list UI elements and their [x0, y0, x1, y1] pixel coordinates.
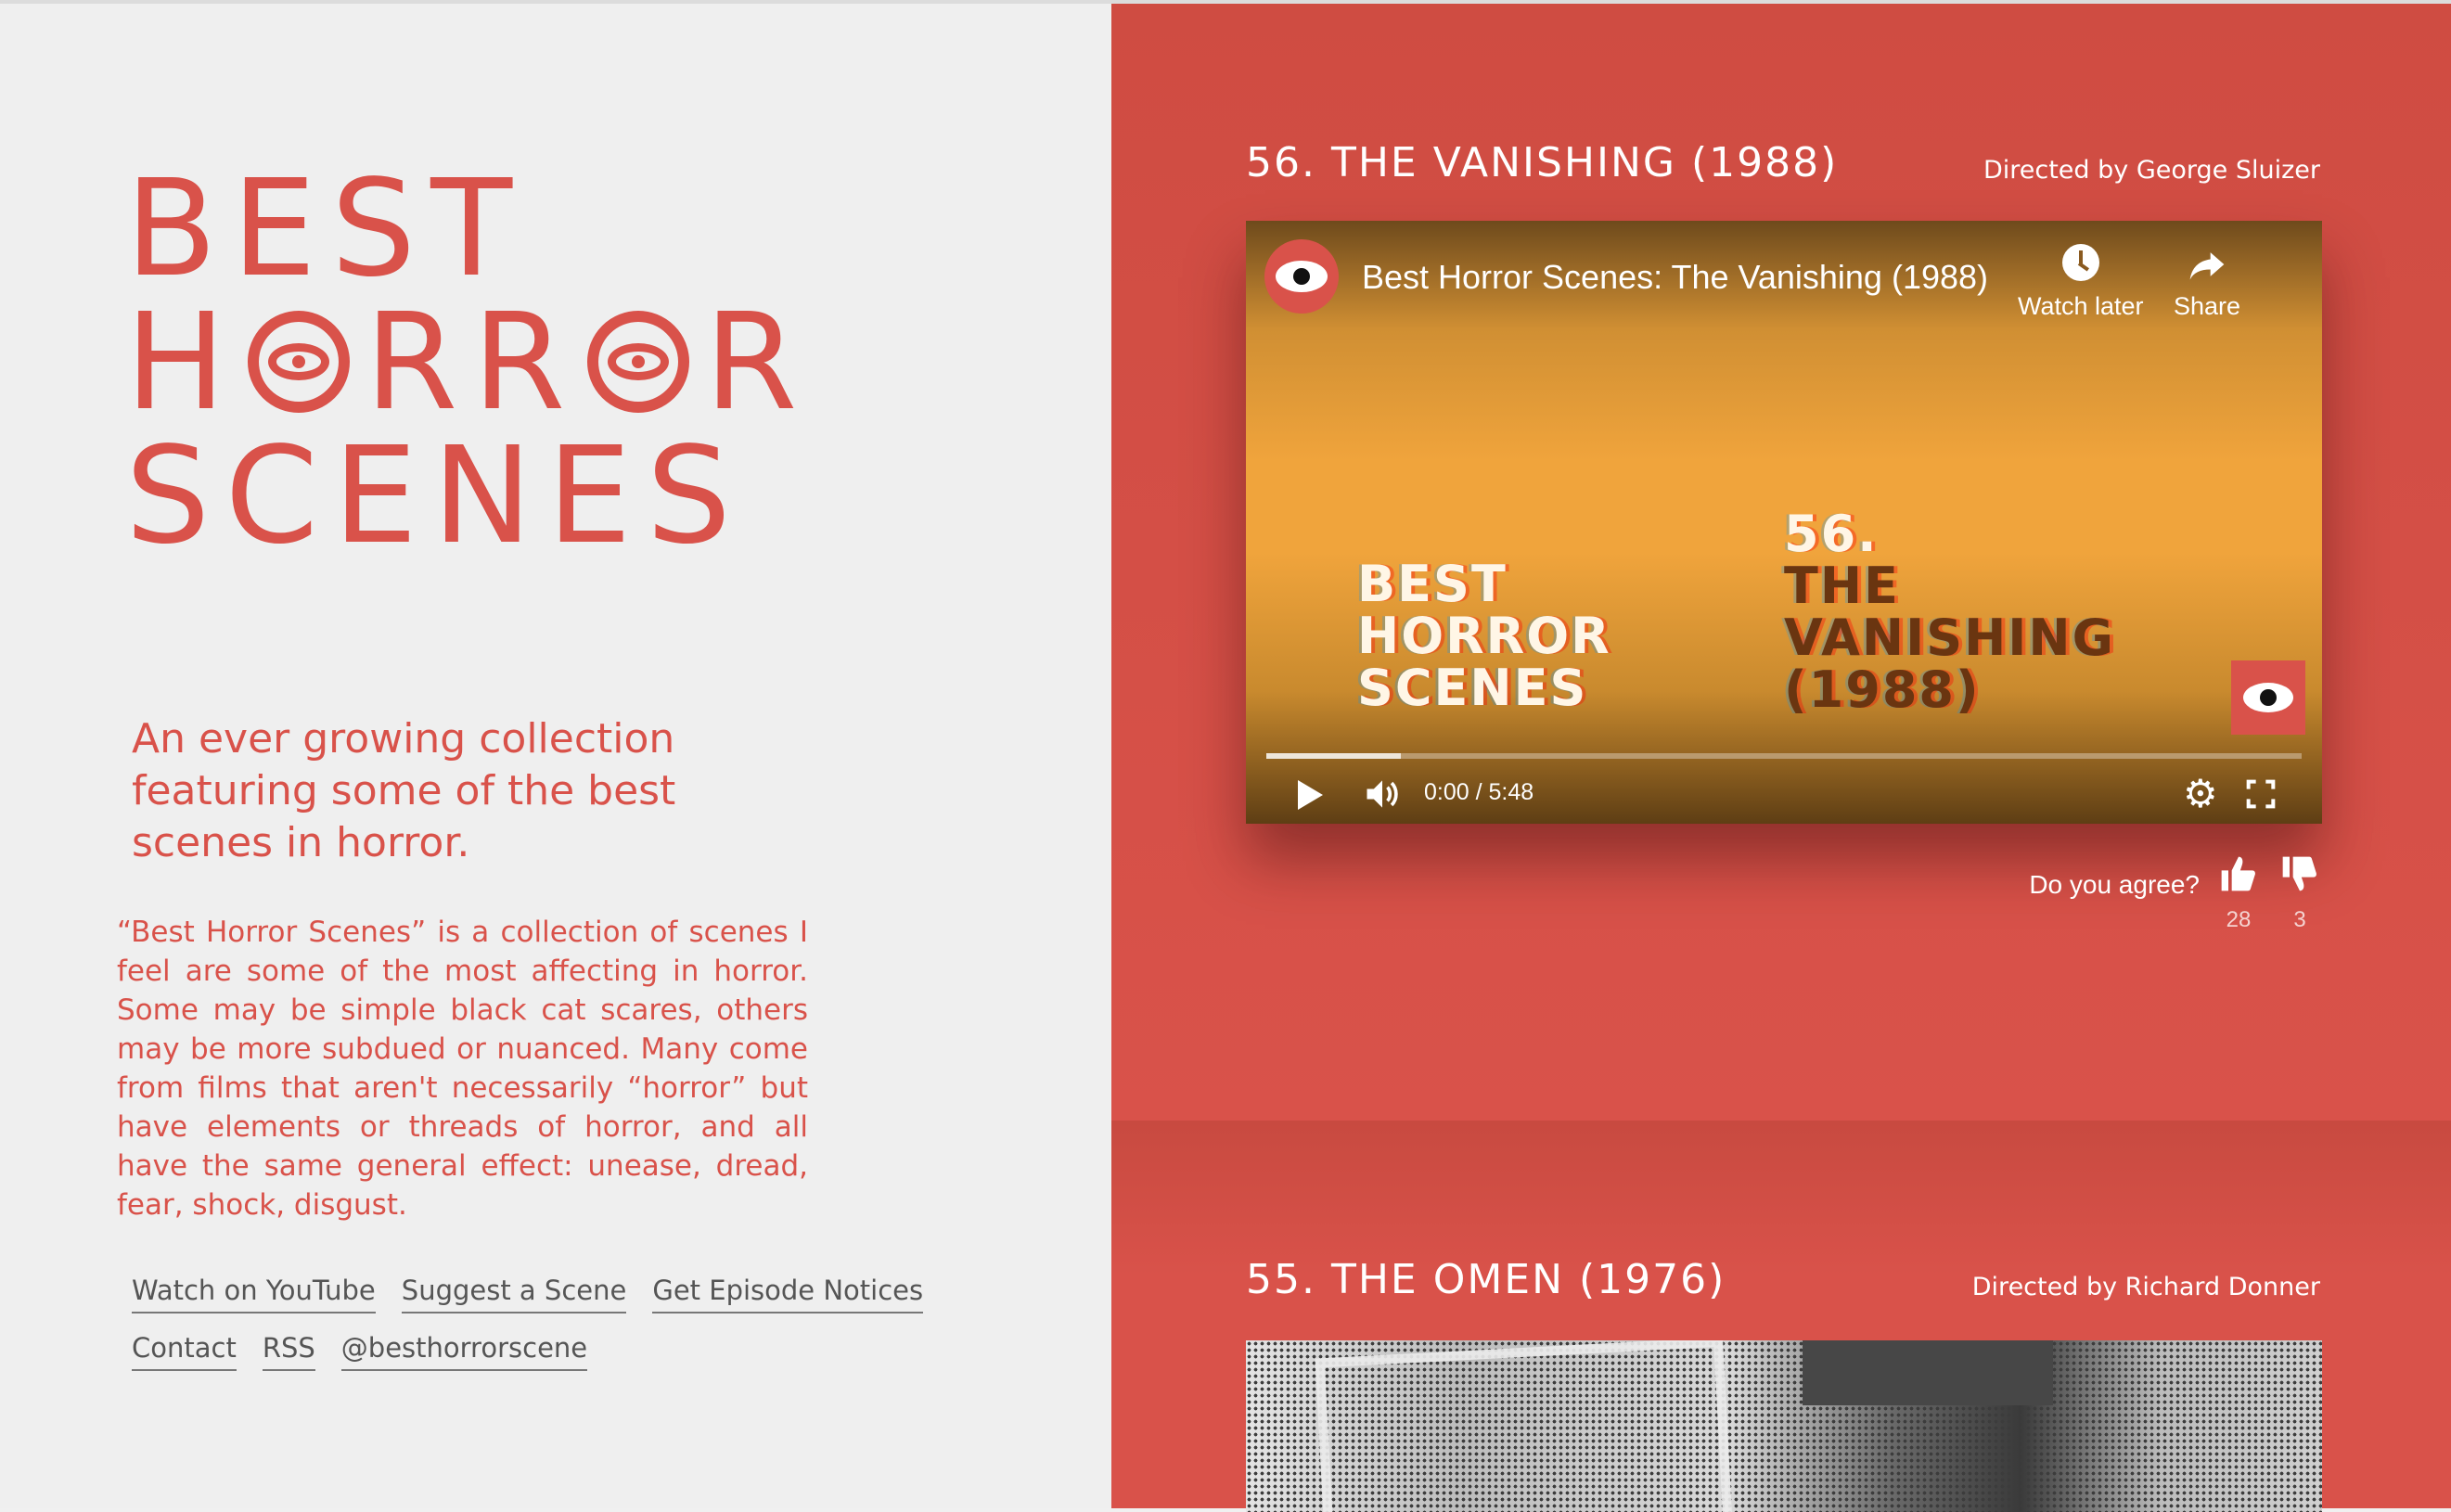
logo-letter: R: [704, 284, 813, 440]
site-about: “Best Horror Scenes” is a collection of …: [117, 916, 808, 1222]
overlay-line: SCENES: [1357, 659, 1588, 717]
play-icon[interactable]: [1298, 780, 1323, 810]
scene-card: 56. THE VANISHING (1988) Directed by Geo…: [1111, 4, 2451, 1121]
agree-question: Do you agree?: [2029, 870, 2200, 899]
watch-on-youtube-link[interactable]: Watch on YouTube: [132, 1275, 376, 1313]
buffered-bar: [1266, 753, 1402, 759]
share-button[interactable]: Share: [2174, 244, 2240, 321]
volume-icon[interactable]: [1362, 774, 1403, 814]
logo-letter: H: [125, 284, 241, 440]
clock-icon: [2061, 244, 2099, 281]
logo-letters: RR: [365, 284, 581, 440]
overlay-line: HORROR: [1357, 607, 1611, 665]
gear-icon[interactable]: ⚙: [2183, 774, 2218, 814]
scene-director: Directed by George Sluizer: [1983, 156, 2320, 185]
fullscreen-icon[interactable]: [2246, 779, 2276, 809]
player-controls: 0:00 / 5:48 ⚙: [1246, 766, 2322, 822]
channel-avatar[interactable]: [1264, 239, 1339, 314]
progress-bar[interactable]: [1266, 753, 2302, 759]
video-player[interactable]: Best Horror Scenes: The Vanishing (1988)…: [1246, 221, 2322, 824]
episode-notices-link[interactable]: Get Episode Notices: [652, 1275, 924, 1313]
thumbnail-shape: [1803, 1340, 2053, 1405]
thumbs-up-count: 28: [2226, 907, 2252, 932]
channel-watermark[interactable]: [2231, 660, 2305, 735]
contact-link[interactable]: Contact: [132, 1332, 237, 1371]
thumbnail-scene-text: 56. THE VANISHING (1988): [1784, 508, 2115, 716]
sidebar: BEST H RR R SCENES An ever growing colle…: [0, 4, 1111, 1508]
thumbnail-brand-text: BEST HORROR SCENES: [1357, 558, 1611, 714]
logo-eye-icon: [248, 311, 351, 413]
site-logo[interactable]: BEST H RR R SCENES: [125, 161, 812, 562]
logo-eye-icon: [587, 311, 690, 413]
overlay-line: (1988): [1784, 660, 1981, 719]
scene-feed: 56. THE VANISHING (1988) Directed by Geo…: [1111, 4, 2451, 1512]
vote-panel: Do you agree? 28 3: [1949, 853, 2320, 937]
eye-icon: [2243, 683, 2293, 712]
scene-title[interactable]: 55. THE OMEN (1976): [1246, 1256, 1726, 1303]
video-thumbnail[interactable]: [1246, 1340, 2322, 1512]
site-tagline: An ever growing collection featuring som…: [132, 715, 676, 866]
thumbs-up-icon[interactable]: [2218, 853, 2259, 894]
thumbs-down-count: 3: [2293, 907, 2306, 932]
video-title[interactable]: Best Horror Scenes: The Vanishing (1988): [1362, 258, 1988, 297]
video-time: 0:00 / 5:48: [1424, 779, 1534, 805]
overlay-number: 56.: [1784, 505, 1879, 563]
scene-director: Directed by Richard Donner: [1971, 1273, 2320, 1301]
thumbs-down-icon[interactable]: [2279, 853, 2320, 894]
overlay-line: THE: [1784, 557, 1900, 615]
overlay-line: BEST: [1357, 555, 1508, 613]
logo-line-scenes: SCENES: [125, 417, 747, 573]
overlay-line: VANISHING: [1784, 609, 2115, 667]
rss-link[interactable]: RSS: [262, 1332, 315, 1371]
watch-later-button[interactable]: Watch later: [2018, 244, 2144, 321]
share-arrow-icon: [2189, 252, 2225, 280]
eye-icon: [1276, 261, 1328, 292]
logo-line-horror: H RR R: [125, 295, 812, 429]
logo-line-best: BEST: [125, 150, 528, 306]
scene-title[interactable]: 56. THE VANISHING (1988): [1246, 139, 1838, 186]
site-links: Watch on YouTube Suggest a Scene Get Epi…: [132, 1275, 967, 1390]
watch-later-label: Watch later: [2018, 292, 2144, 320]
suggest-scene-link[interactable]: Suggest a Scene: [401, 1275, 627, 1313]
share-label: Share: [2174, 292, 2241, 320]
thumbnail-frame: [1315, 1340, 1734, 1512]
twitter-link[interactable]: @besthorrorscene: [340, 1332, 588, 1371]
